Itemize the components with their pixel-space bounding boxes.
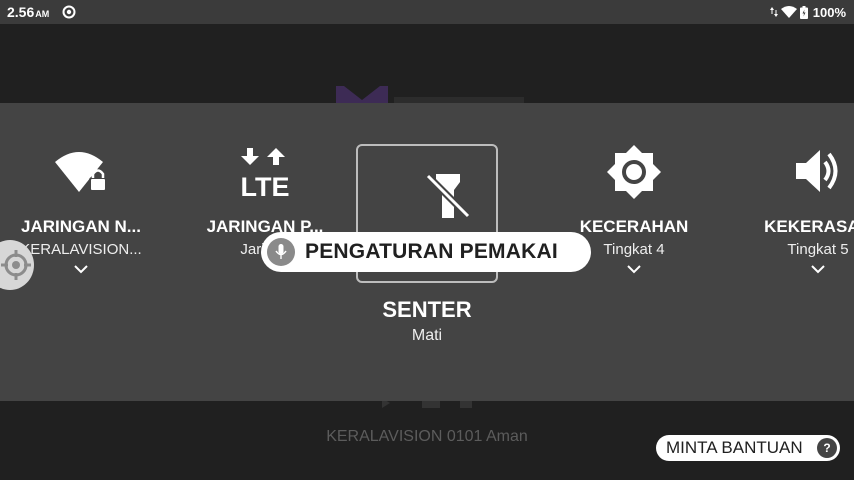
microphone-icon [267,238,295,266]
settings-gear-icon [62,5,76,19]
volume-icon [796,150,838,192]
tile-sublabel: Tingkat 5 [787,241,849,258]
tile-volume[interactable]: KEKERASAN Tingkat 5 [728,103,854,283]
battery-icon [799,5,808,19]
tile-label: JARINGAN N... [21,217,141,236]
tile-label: SENTER [382,297,472,322]
chevron-down-icon[interactable] [627,265,641,274]
svg-text:LTE: LTE [241,172,290,198]
voice-command-text: PENGATURAN PEMAKAI [305,240,558,263]
brightness-icon [607,145,661,199]
data-arrows-icon [769,7,778,17]
wifi-icon [780,6,797,18]
status-bar: 2.56AM 100% [0,0,854,24]
chevron-down-icon[interactable] [811,265,825,274]
voice-command-pill: PENGATURAN PEMAKAI [261,232,591,272]
lte-icon: LTE [241,148,290,198]
time-ampm: AM [35,9,50,19]
crosshair-icon [1,250,31,280]
status-time: 2.56AM [7,4,49,20]
time-value: 2.56 [7,4,35,20]
question-icon: ? [817,438,837,458]
help-button-label: MINTA BANTUAN [666,438,803,457]
battery-percent: 100% [812,4,846,20]
tile-sublabel: Mati [411,327,443,344]
wifi-lock-icon [55,152,107,192]
help-button[interactable]: MINTA BANTUAN ? [656,435,840,461]
status-right-group: 100% [769,4,846,20]
flashlight-off-icon [426,173,470,219]
tile-label: KEKERASAN [764,217,854,236]
chevron-down-icon[interactable] [74,265,88,274]
